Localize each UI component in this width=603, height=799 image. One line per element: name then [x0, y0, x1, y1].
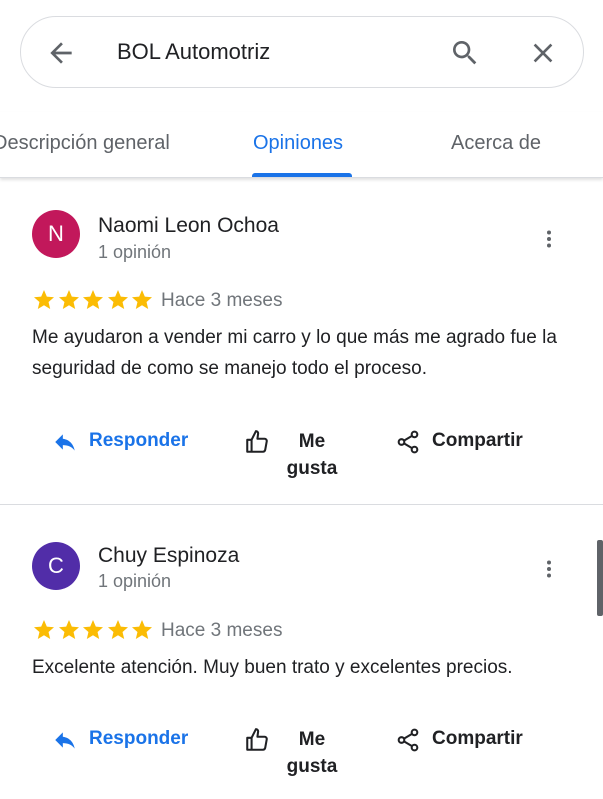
tab-overview[interactable]: Descripción general — [0, 132, 170, 155]
search-input[interactable]: BOL Automotriz — [117, 39, 270, 65]
review-author[interactable]: Naomi Leon Ochoa — [98, 214, 279, 238]
star-icon — [107, 290, 128, 309]
review-date: Hace 3 meses — [161, 620, 283, 641]
share-icon[interactable] — [395, 727, 421, 753]
review-date: Hace 3 meses — [161, 290, 283, 311]
star-icon — [83, 290, 103, 309]
thumb-up-icon[interactable] — [244, 429, 270, 455]
avatar-initial: C — [48, 553, 64, 578]
star-icon — [58, 290, 79, 309]
thumb-up-icon[interactable] — [244, 727, 270, 753]
tab-bar: Descripción general Opiniones Acerca de — [0, 112, 603, 178]
avatar-initial: N — [48, 221, 64, 246]
review-card: C Chuy Espinoza 1 opinión Hace 3 meses E… — [0, 506, 603, 799]
reply-button[interactable]: Responder — [89, 728, 188, 750]
more-vert-icon[interactable] — [537, 227, 561, 251]
reply-icon[interactable] — [52, 429, 78, 455]
tab-reviews[interactable]: Opiniones — [253, 132, 343, 155]
star-rating — [32, 288, 155, 312]
reply-icon[interactable] — [52, 727, 78, 753]
star-icon — [58, 620, 79, 639]
review-author[interactable]: Chuy Espinoza — [98, 544, 239, 568]
star-icon — [107, 620, 128, 639]
arrow-back-icon[interactable] — [45, 37, 77, 69]
tab-about[interactable]: Acerca de — [451, 132, 541, 155]
close-icon[interactable] — [527, 37, 559, 69]
scrollbar-thumb[interactable] — [597, 540, 603, 616]
share-button[interactable]: Compartir — [432, 430, 523, 452]
review-text: Me ayudaron a vender mi carro y lo que m… — [32, 327, 557, 379]
like-button[interactable]: Me gusta — [286, 726, 338, 780]
star-icon — [34, 290, 54, 309]
more-vert-icon[interactable] — [537, 557, 561, 581]
avatar[interactable]: C — [32, 542, 80, 590]
star-rating — [32, 618, 155, 642]
star-icon — [132, 290, 152, 309]
search-bar[interactable]: BOL Automotriz — [20, 16, 584, 88]
star-icon — [132, 620, 152, 639]
active-tab-indicator — [252, 173, 352, 177]
review-count: 1 opinión — [98, 571, 172, 591]
share-button[interactable]: Compartir — [432, 728, 523, 750]
star-icon — [34, 620, 54, 639]
avatar[interactable]: N — [32, 210, 80, 258]
reply-button[interactable]: Responder — [89, 430, 188, 452]
share-icon[interactable] — [395, 429, 421, 455]
search-icon[interactable] — [449, 37, 481, 69]
review-text: Excelente atención. Muy buen trato y exc… — [32, 657, 513, 678]
review-card: N Naomi Leon Ochoa 1 opinión Hace 3 mese… — [0, 180, 603, 505]
review-count: 1 opinión — [98, 242, 172, 262]
like-button[interactable]: Me gusta — [286, 428, 338, 482]
star-icon — [83, 620, 103, 639]
